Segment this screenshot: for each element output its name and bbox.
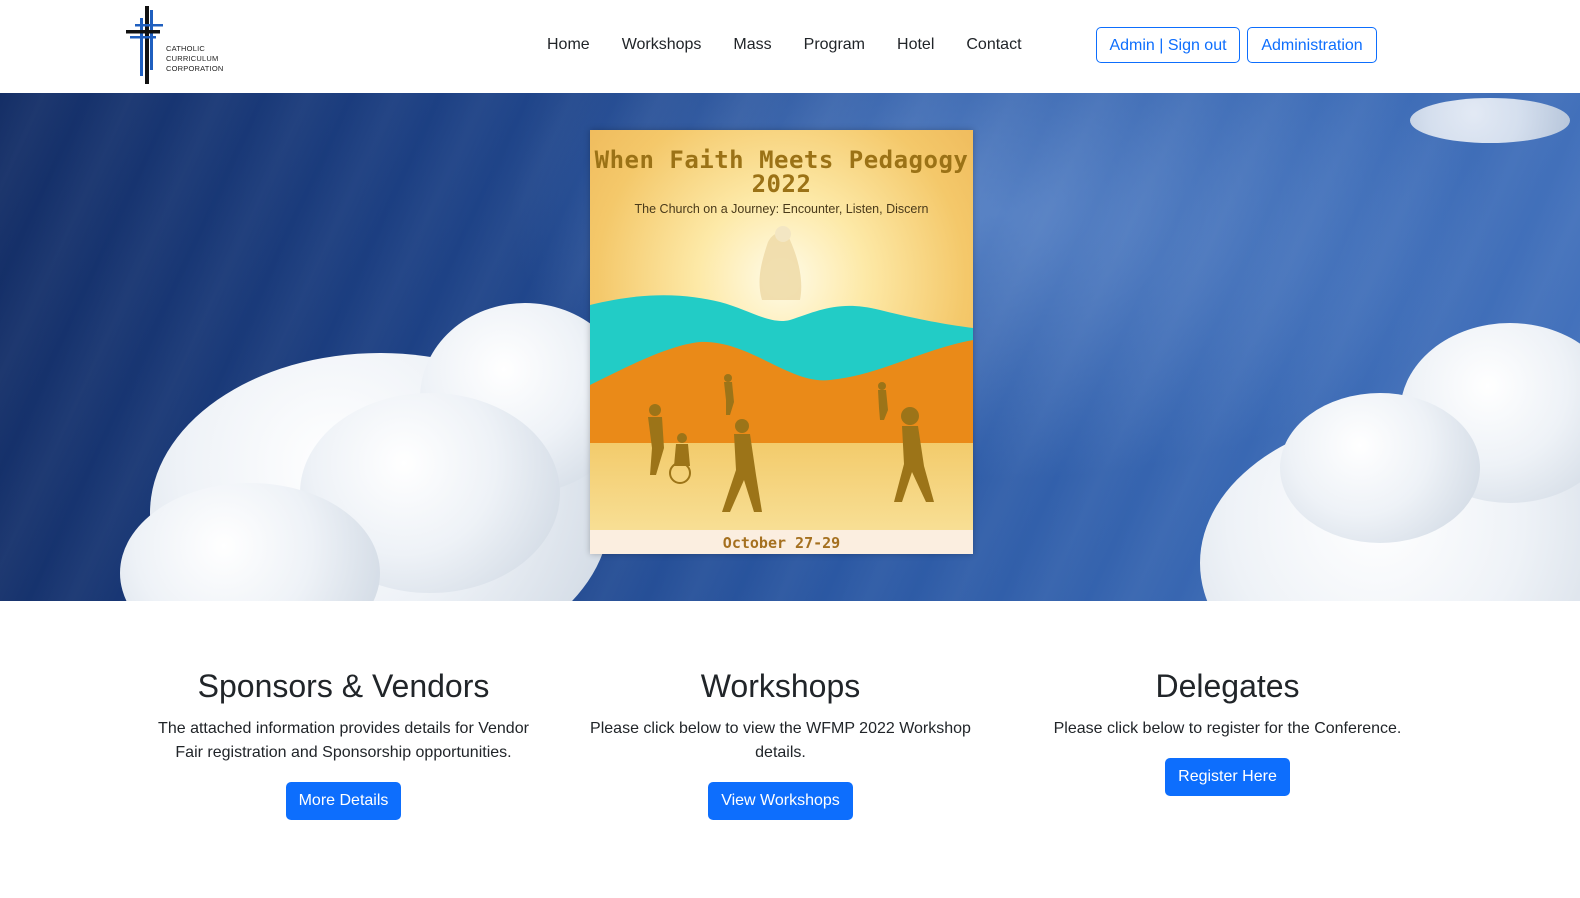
nav-program[interactable]: Program	[788, 34, 881, 56]
hero-banner: When Faith Meets Pedagogy 2022 The Churc…	[0, 93, 1580, 601]
cross-logo-icon	[126, 6, 163, 84]
nav-home[interactable]: Home	[531, 34, 606, 56]
logo-line-3: CORPORATION	[166, 64, 224, 73]
sponsors-vendors-section: Sponsors & Vendors The attached informat…	[146, 665, 541, 820]
delegates-text: Please click below to register for the C…	[1053, 720, 1402, 737]
delegates-section: Delegates Please click below to register…	[1030, 665, 1425, 796]
poster-title-line-2: 2022	[751, 170, 812, 198]
cloud-right-small	[1410, 98, 1570, 143]
site-logo[interactable]: CATHOLIC CURRICULUM CORPORATION	[126, 6, 226, 86]
workshops-title: Workshops	[700, 668, 861, 704]
workshops-section: Workshops Please click below to view the…	[583, 665, 978, 820]
poster-subtitle: The Church on a Journey: Encounter, List…	[634, 202, 929, 216]
site-header: CATHOLIC CURRICULUM CORPORATION Home Wor…	[0, 0, 1580, 93]
delegates-title: Delegates	[1155, 668, 1300, 704]
sponsors-vendors-text: The attached information provides detail…	[158, 720, 529, 761]
nav-hotel[interactable]: Hotel	[881, 34, 950, 56]
poster-title-line-1: When Faith Meets Pedagogy	[594, 146, 969, 174]
logo-text: CATHOLIC CURRICULUM CORPORATION	[166, 44, 223, 74]
poster-title: When Faith Meets Pedagogy 2022	[590, 148, 973, 196]
administration-button[interactable]: Administration	[1247, 27, 1377, 63]
register-here-button[interactable]: Register Here	[1165, 758, 1290, 796]
poster-date: October 27-29	[590, 530, 973, 554]
logo-line-1: CATHOLIC	[166, 44, 205, 53]
nav-mass[interactable]: Mass	[717, 34, 787, 56]
workshops-text: Please click below to view the WFMP 2022…	[590, 720, 971, 761]
view-workshops-button[interactable]: View Workshops	[708, 782, 853, 820]
main-nav: Home Workshops Mass Program Hotel Contac…	[531, 34, 1038, 56]
more-details-button[interactable]: More Details	[285, 782, 402, 820]
admin-signout-button[interactable]: Admin | Sign out	[1096, 27, 1240, 63]
logo-line-2: CURRICULUM	[166, 54, 219, 63]
nav-contact[interactable]: Contact	[950, 34, 1037, 56]
event-poster: When Faith Meets Pedagogy 2022 The Churc…	[590, 130, 973, 554]
sponsors-vendors-title: Sponsors & Vendors	[197, 668, 490, 704]
nav-workshops[interactable]: Workshops	[606, 34, 718, 56]
cloud-right	[1280, 393, 1480, 543]
